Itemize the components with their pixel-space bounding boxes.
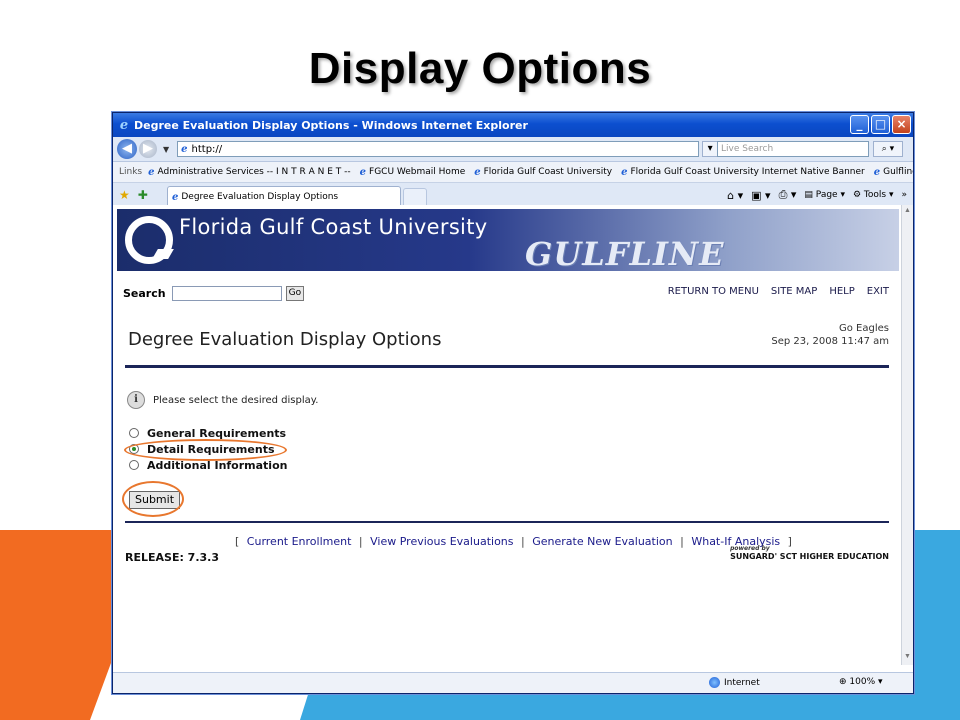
- scroll-down-icon[interactable]: ▼: [903, 653, 912, 663]
- forward-button[interactable]: ▶: [139, 140, 157, 158]
- generate-new-evaluation-link[interactable]: Generate New Evaluation: [532, 535, 672, 548]
- site-map-link[interactable]: SITE MAP: [771, 286, 817, 297]
- link-admin-services[interactable]: e Administrative Services -- I N T R A N …: [148, 167, 351, 178]
- bottom-links: [ Current Enrollment | View Previous Eva…: [235, 535, 792, 548]
- print-icon[interactable]: ⎙ ▾: [779, 188, 797, 202]
- info-icon: i: [127, 391, 145, 409]
- window-title: Degree Evaluation Display Options - Wind…: [134, 118, 528, 132]
- link-fgcu[interactable]: e Florida Gulf Coast University: [474, 167, 612, 178]
- ie-page-icon: e: [474, 166, 481, 178]
- links-bar: Links e Administrative Services -- I N T …: [113, 162, 913, 183]
- university-name: Florida Gulf Coast University: [179, 215, 488, 239]
- page-viewport: Florida Gulf Coast University GULFLINE S…: [113, 205, 901, 665]
- info-message: i Please select the desired display.: [127, 391, 318, 409]
- maximize-button[interactable]: □: [871, 115, 890, 134]
- page-title: Degree Evaluation Display Options: [128, 329, 442, 350]
- address-bar-row: ◀ ▶ ▼ e http:// ▾ ⇄ × Live Search ⌕ ▾: [113, 137, 913, 162]
- greeting: Go Eagles: [839, 323, 889, 334]
- user-info: Go Eagles Sep 23, 2008 11:47 am: [771, 322, 889, 348]
- window-controls: _ □ ×: [850, 115, 911, 134]
- links-label: Links: [119, 167, 143, 177]
- search-button[interactable]: ⌕ ▾: [873, 141, 903, 157]
- sungard-brand: SUNGARD' SCT HIGHER EDUCATION: [730, 552, 889, 561]
- title-bar: e Degree Evaluation Display Options - Wi…: [113, 113, 913, 137]
- ie-page-icon: e: [172, 191, 179, 203]
- globe-icon: [709, 677, 720, 688]
- link-gulfline[interactable]: eGulfline: [874, 167, 913, 178]
- exit-link[interactable]: EXIT: [867, 286, 889, 297]
- ie-page-icon: e: [148, 166, 155, 178]
- browser-window: e Degree Evaluation Display Options - Wi…: [112, 112, 914, 694]
- tab-degree-evaluation[interactable]: e Degree Evaluation Display Options: [167, 186, 401, 207]
- ie-page-icon: e: [359, 166, 367, 178]
- datetime: Sep 23, 2008 11:47 am: [771, 336, 889, 347]
- ie-page-icon: e: [621, 166, 628, 178]
- info-text: Please select the desired display.: [153, 394, 319, 406]
- site-search: Search Go: [123, 286, 305, 301]
- highlight-circle: [122, 481, 184, 517]
- minimize-button[interactable]: _: [850, 115, 869, 134]
- help-link[interactable]: HELP: [829, 286, 854, 297]
- add-favorite-icon[interactable]: ✚: [138, 188, 148, 202]
- system-name: GULFLINE: [525, 235, 725, 271]
- release-label: RELEASE: 7.3.3: [125, 551, 220, 564]
- vertical-scrollbar[interactable]: ▲ ▼: [901, 205, 913, 665]
- security-zone: Internet: [709, 677, 760, 688]
- powered-by-logo: powered by SUNGARD' SCT HIGHER EDUCATION: [730, 545, 889, 561]
- slide-title: Display Options: [308, 44, 652, 93]
- address-field[interactable]: e http://: [177, 141, 700, 157]
- scroll-up-icon[interactable]: ▲: [903, 207, 912, 217]
- view-previous-evaluations-link[interactable]: View Previous Evaluations: [370, 535, 513, 548]
- status-bar: Internet ⊕ 100% ▾: [113, 672, 913, 693]
- close-button[interactable]: ×: [892, 115, 911, 134]
- radio-button[interactable]: [129, 428, 139, 438]
- current-enrollment-link[interactable]: Current Enrollment: [247, 535, 352, 548]
- favorites-star-icon[interactable]: ★: [119, 188, 130, 202]
- go-button[interactable]: Go: [285, 286, 305, 301]
- history-dropdown-icon[interactable]: ▼: [163, 145, 169, 154]
- home-icon[interactable]: ⌂ ▾: [727, 189, 743, 202]
- ie-page-icon: e: [873, 166, 881, 178]
- back-button[interactable]: ◀: [117, 139, 137, 159]
- top-navigation: RETURN TO MENU SITE MAP HELP EXIT: [668, 286, 889, 297]
- address-text: http://: [191, 143, 223, 155]
- zoom-control[interactable]: ⊕ 100% ▾: [839, 677, 883, 687]
- ie-icon: e: [119, 117, 129, 133]
- new-tab-button[interactable]: [403, 188, 427, 206]
- footer-divider: [125, 521, 889, 523]
- tools-menu[interactable]: ⚙ Tools ▾: [853, 190, 894, 200]
- highlight-ellipse: [124, 439, 287, 461]
- search-input[interactable]: [171, 286, 282, 301]
- command-bar: ⌂ ▾ ▣ ▾ ⎙ ▾ ▤ Page ▾ ⚙ Tools ▾ »: [727, 188, 907, 202]
- header-divider: [125, 365, 889, 368]
- address-dropdown-button[interactable]: ▾: [702, 141, 719, 157]
- return-to-menu-link[interactable]: RETURN TO MENU: [668, 286, 759, 297]
- link-webmail[interactable]: e FGCU Webmail Home: [360, 167, 466, 178]
- page-menu[interactable]: ▤ Page ▾: [804, 190, 845, 200]
- page-icon: e: [181, 143, 188, 155]
- university-banner: Florida Gulf Coast University GULFLINE: [117, 209, 899, 271]
- favorites-tools: ★ ✚: [119, 188, 148, 202]
- powered-by-text: powered by: [730, 545, 770, 552]
- radio-button[interactable]: [129, 460, 139, 470]
- chevron-right-icon[interactable]: »: [901, 190, 907, 200]
- search-label: Search: [123, 287, 166, 300]
- live-search-input[interactable]: Live Search: [717, 141, 869, 157]
- link-native-banner[interactable]: e Florida Gulf Coast University Internet …: [621, 167, 865, 178]
- feeds-icon[interactable]: ▣ ▾: [751, 189, 770, 202]
